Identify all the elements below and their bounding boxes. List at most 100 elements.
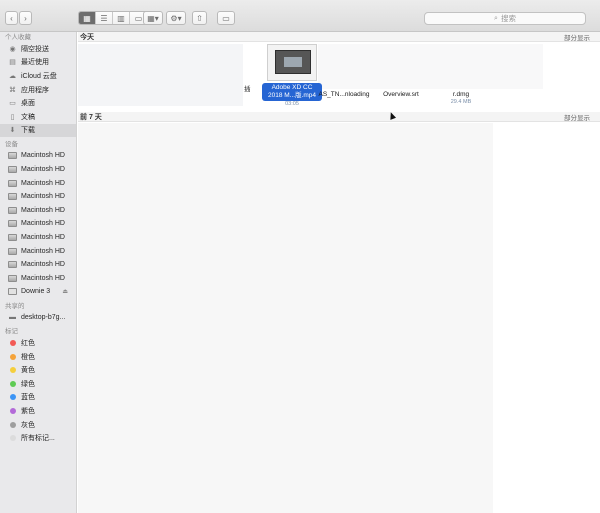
video-thumbnail[interactable]: [267, 44, 317, 81]
video-preview-icon: [275, 50, 311, 74]
airdrop-icon: ◉: [9, 45, 16, 53]
sidebar-item-shared[interactable]: ▬ desktop-b7g...: [0, 311, 76, 325]
sidebar-item-device[interactable]: Macintosh HD: [0, 190, 76, 204]
file-list-region: [78, 123, 493, 513]
sidebar-item-tag[interactable]: 黄色: [0, 363, 76, 377]
tag-dot-icon: [10, 435, 16, 442]
sidebar-item-tag[interactable]: 紫色: [0, 404, 76, 418]
sidebar-item-label: Macintosh HD: [21, 206, 65, 214]
view-mode-switcher: ▦ ☰ ▥ ▭: [78, 11, 148, 25]
file-label-partial[interactable]: 插: [244, 83, 251, 93]
tag-dot-icon: [10, 408, 16, 415]
sidebar-item-label: Macintosh HD: [21, 274, 65, 282]
search-field[interactable]: ⌕ 搜索: [424, 12, 586, 25]
sidebar-item-device[interactable]: Macintosh HD: [0, 176, 76, 190]
action-button[interactable]: ⚙▾: [166, 11, 186, 25]
file-item[interactable]: r.dmg 29.4 MB: [421, 91, 501, 105]
sidebar-item-label: Macintosh HD: [21, 261, 65, 269]
list-view-button[interactable]: ☰: [96, 12, 113, 24]
sidebar-item-label: 蓝色: [21, 394, 35, 402]
sidebar-item-label: 最近使用: [21, 59, 49, 67]
sidebar: 个人收藏 ◉ 隔空投送 ▤ 最近使用 ☁ iCloud 云盘 ⌘ 应用程序 ▭ …: [0, 32, 77, 513]
sidebar-item-device[interactable]: Macintosh HD: [0, 149, 76, 163]
sidebar-item-label: 所有标记...: [21, 435, 55, 443]
disk-image-icon: [8, 288, 17, 296]
sidebar-item-device[interactable]: Macintosh HD: [0, 231, 76, 245]
hard-drive-icon: [8, 261, 17, 269]
gear-icon: ⚙▾: [170, 13, 182, 23]
arrange-button[interactable]: ▦▾: [143, 11, 163, 25]
sidebar-item-device[interactable]: Macintosh HD: [0, 204, 76, 218]
hard-drive-icon: [8, 206, 17, 214]
sidebar-item-recents[interactable]: ▤ 最近使用: [0, 56, 76, 70]
sidebar-item-label: Macintosh HD: [21, 234, 65, 242]
sidebar-item-device[interactable]: Macintosh HD: [0, 217, 76, 231]
icon-view-button[interactable]: ▦: [79, 12, 96, 24]
group-header-today: 今天 部分显示: [78, 32, 600, 42]
sidebar-item-applications[interactable]: ⌘ 应用程序: [0, 83, 76, 97]
sidebar-item-label: iCloud 云盘: [21, 72, 57, 80]
hard-drive-icon: [8, 274, 17, 282]
sidebar-item-tag[interactable]: 橙色: [0, 350, 76, 364]
group-title: 前 7 天: [80, 113, 102, 121]
tag-dot-icon: [10, 394, 16, 401]
sidebar-item-documents[interactable]: ▯ 文稿: [0, 110, 76, 124]
tag-dot-icon: [10, 421, 16, 428]
sidebar-item-label: 灰色: [21, 421, 35, 429]
hard-drive-icon: [8, 220, 17, 228]
sidebar-item-label: Downie 3: [21, 288, 51, 296]
group-header-previous: 前 7 天 部分显示: [78, 112, 600, 122]
sidebar-item-all-tags[interactable]: 所有标记...: [0, 431, 76, 445]
sidebar-section-shared: 共享的: [5, 302, 25, 310]
tag-icon: ▭: [222, 13, 230, 23]
hard-drive-icon: [8, 234, 17, 242]
sidebar-item-device[interactable]: Macintosh HD: [0, 272, 76, 286]
sidebar-item-tag[interactable]: 灰色: [0, 418, 76, 432]
sidebar-item-label: Macintosh HD: [21, 179, 65, 187]
sidebar-item-device-downie[interactable]: Downie 3 ⏏: [0, 285, 76, 299]
download-icon: ⬇: [9, 127, 16, 135]
show-less-link[interactable]: 部分显示: [564, 32, 590, 42]
sidebar-item-label: 隔空投送: [21, 45, 49, 53]
sidebar-item-label: 橙色: [21, 353, 35, 361]
search-placeholder: 搜索: [500, 14, 516, 23]
file-icons-area-left: [78, 44, 243, 106]
sidebar-item-tag[interactable]: 绿色: [0, 377, 76, 391]
search-icon: ⌕: [494, 14, 498, 22]
tag-dot-icon: [10, 380, 16, 387]
sidebar-item-airdrop[interactable]: ◉ 隔空投送: [0, 42, 76, 56]
sidebar-item-icloud[interactable]: ☁ iCloud 云盘: [0, 69, 76, 83]
sidebar-item-device[interactable]: Macintosh HD: [0, 163, 76, 177]
sidebar-item-tag[interactable]: 蓝色: [0, 391, 76, 405]
sidebar-section-tags: 标记: [5, 328, 18, 336]
share-button[interactable]: ⇧: [192, 11, 207, 25]
cloud-icon: ☁: [9, 72, 16, 80]
tag-button[interactable]: ▭: [217, 11, 235, 25]
chevron-right-icon: ›: [24, 13, 27, 23]
sidebar-item-device[interactable]: Macintosh HD: [0, 258, 76, 272]
recents-icon: ▤: [9, 59, 16, 67]
network-computer-icon: ▬: [9, 313, 16, 321]
sidebar-item-desktop[interactable]: ▭ 桌面: [0, 96, 76, 110]
tag-dot-icon: [10, 353, 16, 360]
back-button[interactable]: ‹: [5, 11, 18, 25]
forward-button[interactable]: ›: [19, 11, 32, 25]
eject-icon[interactable]: ⏏: [62, 288, 68, 295]
hard-drive-icon: [8, 193, 17, 201]
file-meta: 29.4 MB: [450, 99, 472, 105]
sidebar-item-label: 紫色: [21, 408, 35, 416]
hard-drive-icon: [8, 152, 17, 160]
column-view-button[interactable]: ▥: [113, 12, 130, 24]
share-icon: ⇧: [196, 13, 203, 23]
desktop-icon: ▭: [9, 100, 16, 108]
file-list-region-right: [493, 123, 600, 513]
hard-drive-icon: [8, 247, 17, 255]
sidebar-item-downloads[interactable]: ⬇ 下载: [0, 123, 76, 138]
hard-drive-icon: [8, 166, 17, 174]
sidebar-item-label: 桌面: [21, 100, 35, 108]
sidebar-item-tag[interactable]: 红色: [0, 336, 76, 350]
sidebar-item-label: 黄色: [21, 367, 35, 375]
sidebar-section-devices: 设备: [5, 141, 18, 149]
show-less-link[interactable]: 部分显示: [564, 112, 590, 122]
sidebar-item-device[interactable]: Macintosh HD: [0, 244, 76, 258]
